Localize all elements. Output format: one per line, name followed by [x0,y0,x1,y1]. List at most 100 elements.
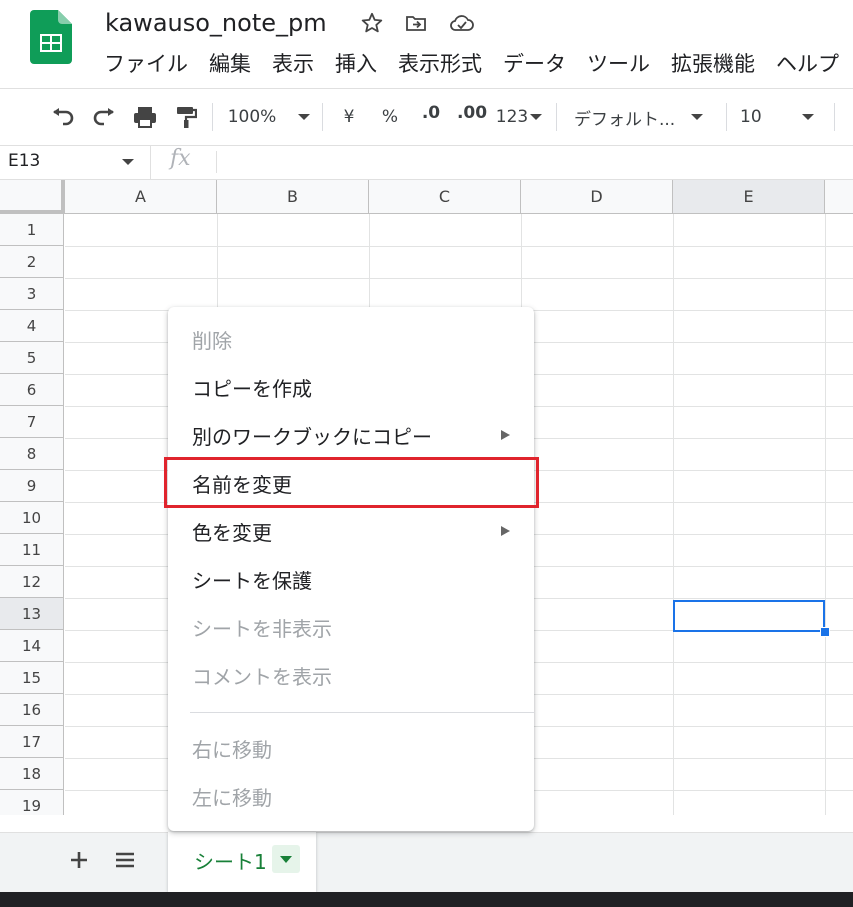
row-header[interactable]: 1 [0,214,64,246]
undo-icon[interactable] [48,89,78,145]
submenu-arrow-icon [501,526,510,536]
print-icon[interactable] [130,89,160,145]
grid-line [65,246,853,247]
currency-format-button[interactable]: ¥ [336,89,362,145]
os-taskbar [0,892,853,907]
menu-data[interactable]: データ [503,48,576,80]
fx-icon: fx [170,146,191,171]
all-sheets-icon[interactable] [112,847,138,873]
sheet-bar [0,832,853,893]
row-header[interactable]: 12 [0,566,64,598]
chevron-down-icon [122,159,134,165]
menu-edit[interactable]: 編集 [209,48,261,80]
font-family-select[interactable]: デフォルト... [574,89,714,145]
row-header[interactable]: 10 [0,502,64,534]
sheets-logo-icon[interactable] [30,10,72,64]
row-header[interactable]: 19 [0,790,64,815]
rename-highlight-annotation [164,457,539,508]
increase-decimal-button[interactable]: .00 [454,89,490,145]
column-header-d[interactable]: D [521,180,673,214]
font-size-select[interactable]: 10 [740,89,824,145]
submenu-arrow-icon [501,430,510,440]
formula-input[interactable] [220,145,853,179]
redo-icon[interactable] [89,89,119,145]
row-header[interactable]: 13 [0,598,64,630]
menu-item-copy-to[interactable]: 別のワークブックにコピー [168,411,534,459]
menu-item-label: 削除 [192,328,232,353]
menu-item-move-left[interactable]: 左に移動 [168,772,534,820]
sheet-tab-label: シート1 [194,850,267,874]
column-header-f[interactable] [825,180,853,214]
selected-cell-e13[interactable] [673,600,825,632]
toolbar-divider [834,103,835,131]
grid-line [65,278,853,279]
menu-item-change-color[interactable]: 色を変更 [168,507,534,555]
row-header[interactable]: 8 [0,438,64,470]
menu-item-delete[interactable]: 削除 [168,315,534,363]
menu-extensions[interactable]: 拡張機能 [671,48,765,80]
grid-line [673,214,674,815]
sheet-tab[interactable]: シート1 [168,832,316,892]
toolbar: 100% ¥ % .0 .00 123 デフォルト... 10 [0,88,853,146]
add-sheet-icon[interactable] [66,847,92,873]
row-header[interactable]: 9 [0,470,64,502]
menu-item-hide-sheet[interactable]: シートを非表示 [168,603,534,651]
chevron-down-icon [691,114,704,120]
menu-file[interactable]: ファイル [104,48,198,80]
select-all-corner[interactable] [0,180,65,214]
cloud-saved-icon[interactable] [449,10,475,36]
star-icon[interactable] [359,10,385,36]
sheet-menu-caret-icon[interactable] [272,845,300,873]
toolbar-divider [726,103,727,131]
menu-item-show-comments[interactable]: コメントを表示 [168,651,534,699]
document-title[interactable]: kawauso_note_pm [105,6,327,40]
row-header[interactable]: 16 [0,694,64,726]
font-size-label: 10 [740,107,762,127]
menu-item-move-right[interactable]: 右に移動 [168,724,534,772]
row-header[interactable]: 11 [0,534,64,566]
move-to-folder-icon[interactable] [403,10,429,36]
sheet-context-menu: 削除 コピーを作成 別のワークブックにコピー 名前を変更 色を変更 シートを保護… [168,307,534,831]
row-header[interactable]: 17 [0,726,64,758]
fill-handle[interactable] [820,627,830,637]
toolbar-divider [556,103,557,131]
font-family-label: デフォルト... [574,109,676,130]
paint-format-icon[interactable] [172,89,200,145]
menu-item-label: 色を変更 [192,520,272,545]
name-box[interactable]: E13 [0,145,151,179]
menu-help[interactable]: ヘルプ [776,48,839,80]
row-header[interactable]: 3 [0,278,64,310]
menu-item-duplicate[interactable]: コピーを作成 [168,363,534,411]
zoom-value: 100% [227,107,277,127]
column-header-c[interactable]: C [369,180,521,214]
row-header[interactable]: 7 [0,406,64,438]
row-header[interactable]: 18 [0,758,64,790]
row-header[interactable]: 6 [0,374,64,406]
menu-format[interactable]: 表示形式 [398,48,492,80]
menu-item-label: コメントを表示 [192,664,332,689]
row-header[interactable]: 2 [0,246,64,278]
column-header-e[interactable]: E [673,180,825,214]
percent-format-button[interactable]: % [376,89,404,145]
menu-item-protect-sheet[interactable]: シートを保護 [168,555,534,603]
menu-bar: ファイル 編集 表示 挿入 表示形式 データ ツール 拡張機能 ヘルプ [104,48,839,80]
menu-view[interactable]: 表示 [272,48,324,80]
menu-tools[interactable]: ツール [587,48,660,80]
decrease-decimal-button[interactable]: .0 [414,89,448,145]
menu-insert[interactable]: 挿入 [335,48,387,80]
menu-item-label: 右に移動 [192,737,272,762]
menu-item-label: 別のワークブックにコピー [192,424,432,449]
column-header-a[interactable]: A [65,180,217,214]
increase-decimal-label: .00 [456,103,488,123]
row-header[interactable]: 4 [0,310,64,342]
column-header-b[interactable]: B [217,180,369,214]
zoom-select[interactable]: 100% [224,89,314,145]
grid-line [825,214,826,815]
number-format-select[interactable]: 123 [494,89,544,145]
row-header[interactable]: 15 [0,662,64,694]
row-header[interactable]: 14 [0,630,64,662]
menu-item-label: コピーを作成 [192,376,312,401]
menu-item-label: 左に移動 [192,785,272,810]
decrease-decimal-label: .0 [421,103,441,123]
row-header[interactable]: 5 [0,342,64,374]
